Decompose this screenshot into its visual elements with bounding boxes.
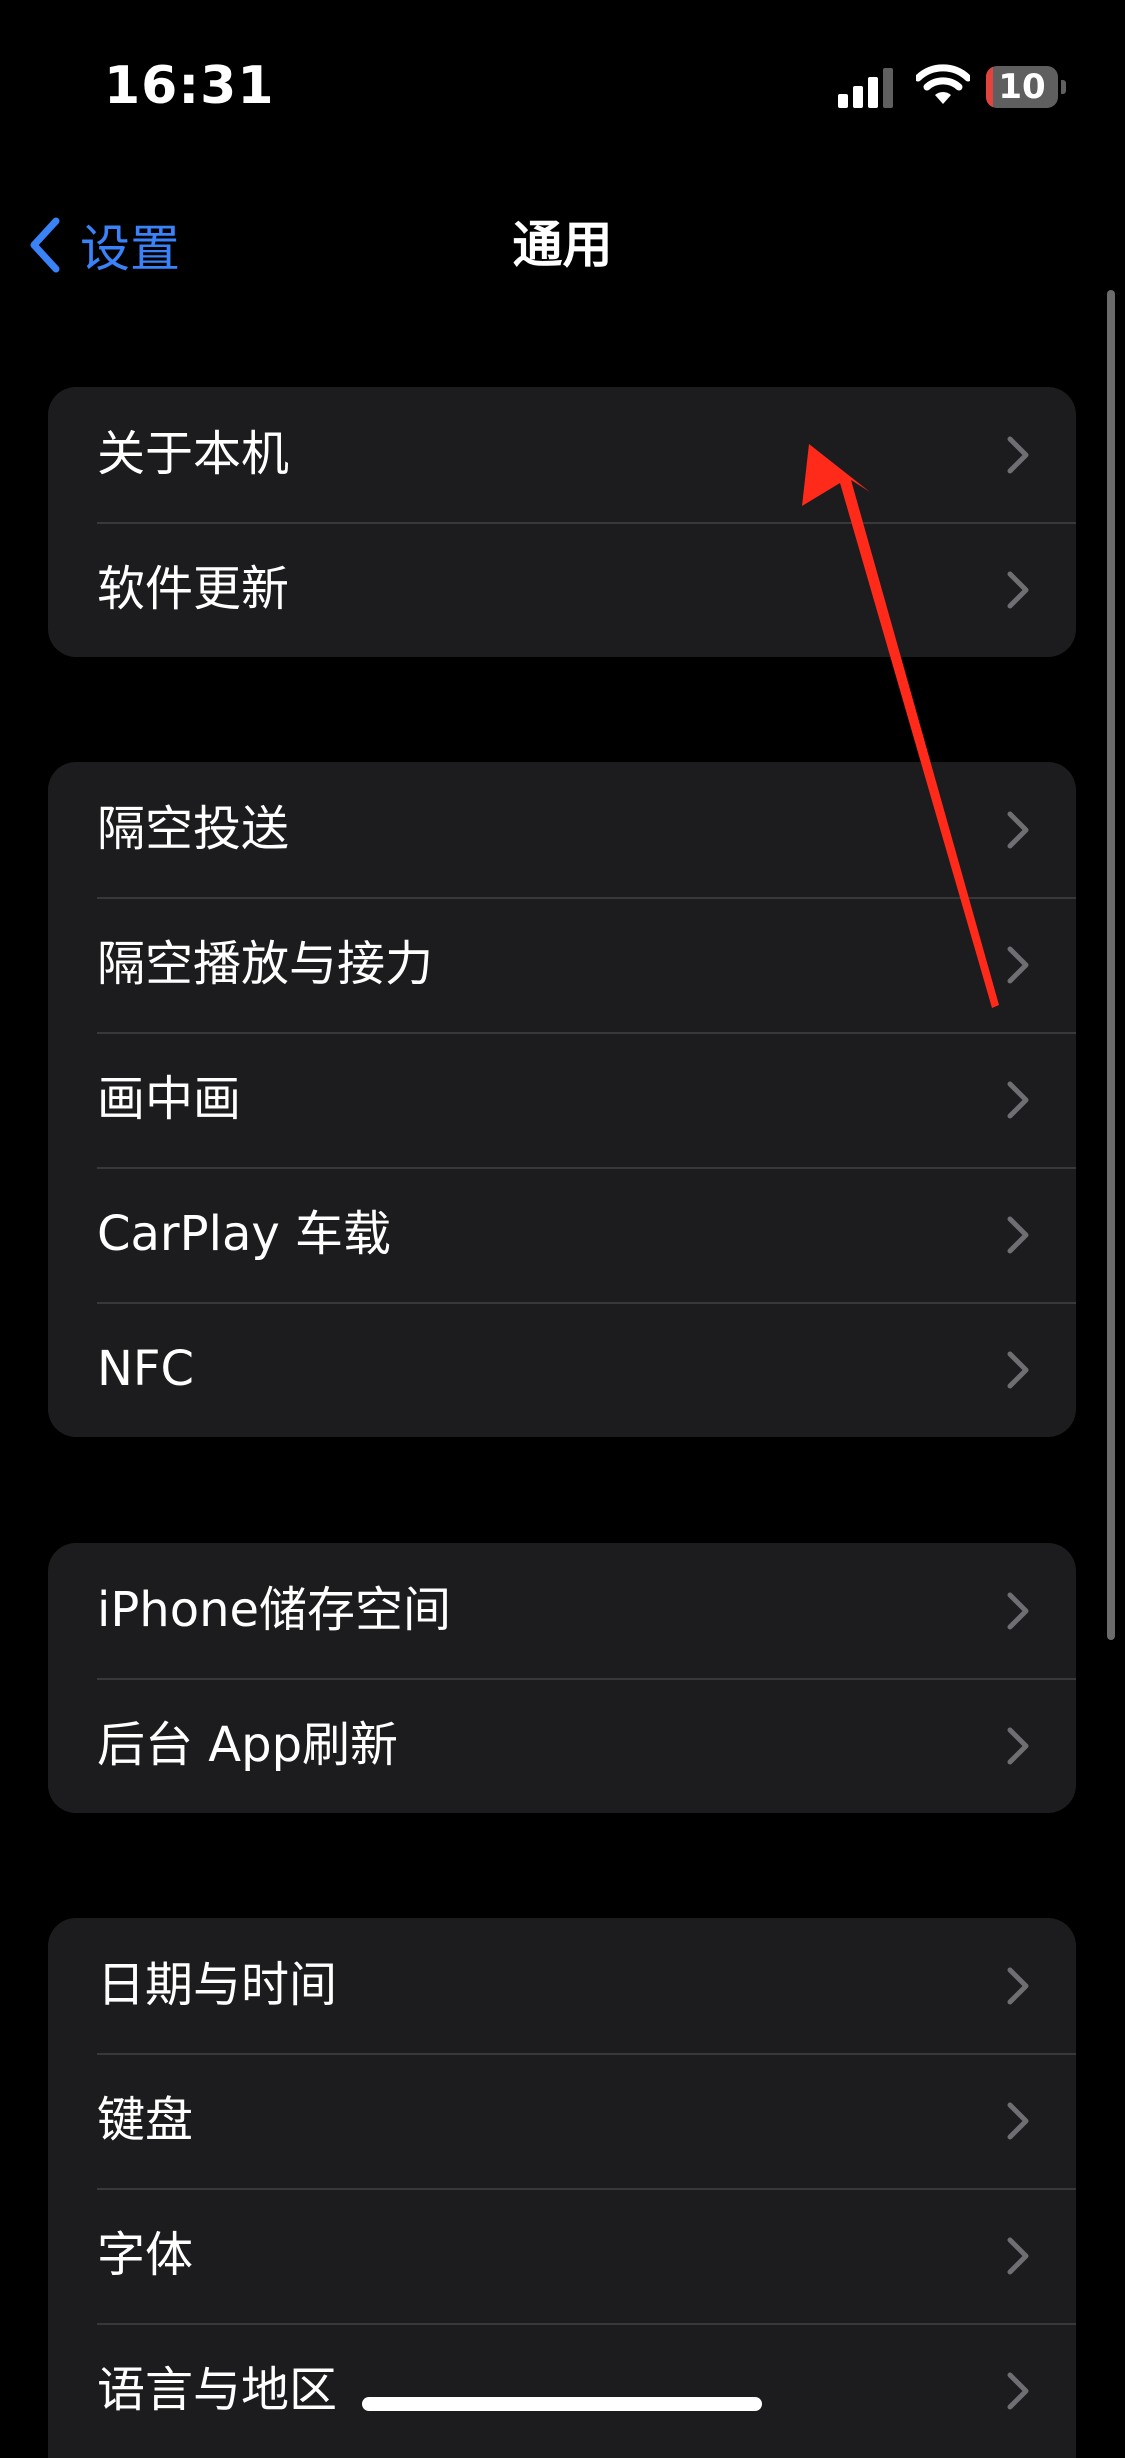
- row-nfc[interactable]: NFC: [48, 1302, 1076, 1437]
- scrollbar[interactable]: [1107, 290, 1115, 1640]
- chevron-right-icon: [1007, 436, 1029, 474]
- row-label: 日期与时间: [97, 1957, 338, 2013]
- row-software-update[interactable]: 软件更新: [48, 522, 1076, 657]
- settings-group-locale: 日期与时间 键盘 字体 语言与地区: [48, 1918, 1076, 2458]
- chevron-left-icon: [30, 217, 60, 273]
- battery-indicator: 10: [986, 66, 1066, 108]
- row-picture-in-picture[interactable]: 画中画: [48, 1032, 1076, 1167]
- row-label: CarPlay 车载: [97, 1206, 392, 1262]
- chevron-right-icon: [1007, 1727, 1029, 1765]
- chevron-right-icon: [1007, 1592, 1029, 1630]
- wifi-icon: [916, 64, 970, 104]
- chevron-right-icon: [1007, 1081, 1029, 1119]
- row-about[interactable]: 关于本机: [48, 387, 1076, 522]
- chevron-right-icon: [1007, 811, 1029, 849]
- row-label: 隔空播放与接力: [97, 936, 434, 992]
- row-label: 关于本机: [97, 426, 290, 482]
- row-language-region[interactable]: 语言与地区: [48, 2323, 1076, 2458]
- row-airplay-handoff[interactable]: 隔空播放与接力: [48, 897, 1076, 1032]
- settings-group-connectivity: 隔空投送 隔空播放与接力 画中画 CarPlay 车载 NFC: [48, 762, 1076, 1437]
- chevron-right-icon: [1007, 2237, 1029, 2275]
- battery-level-text: 10: [998, 67, 1046, 107]
- status-bar: 16:31 10: [0, 0, 1125, 180]
- row-airdrop[interactable]: 隔空投送: [48, 762, 1076, 897]
- chevron-right-icon: [1007, 1216, 1029, 1254]
- settings-group-device: 关于本机 软件更新: [48, 387, 1076, 657]
- row-iphone-storage[interactable]: iPhone储存空间: [48, 1543, 1076, 1678]
- settings-group-storage: iPhone储存空间 后台 App刷新: [48, 1543, 1076, 1813]
- row-label: 软件更新: [97, 561, 290, 617]
- chevron-right-icon: [1007, 2372, 1029, 2410]
- chevron-right-icon: [1007, 571, 1029, 609]
- back-button[interactable]: 设置: [26, 180, 180, 310]
- row-label: NFC: [97, 1341, 195, 1397]
- cellular-signal-icon: [838, 68, 893, 108]
- row-label: iPhone储存空间: [97, 1582, 452, 1638]
- row-label: 语言与地区: [97, 2362, 338, 2418]
- navigation-bar: 通用 设置: [0, 180, 1125, 310]
- chevron-right-icon: [1007, 1967, 1029, 2005]
- row-date-time[interactable]: 日期与时间: [48, 1918, 1076, 2053]
- row-label: 字体: [97, 2227, 194, 2283]
- back-label: 设置: [80, 220, 180, 278]
- row-carplay[interactable]: CarPlay 车载: [48, 1167, 1076, 1302]
- row-label: 后台 App刷新: [97, 1717, 399, 1773]
- status-time: 16:31: [104, 56, 275, 116]
- chevron-right-icon: [1007, 1351, 1029, 1389]
- chevron-right-icon: [1007, 2102, 1029, 2140]
- chevron-right-icon: [1007, 946, 1029, 984]
- row-fonts[interactable]: 字体: [48, 2188, 1076, 2323]
- row-background-app-refresh[interactable]: 后台 App刷新: [48, 1678, 1076, 1813]
- row-label: 画中画: [97, 1071, 242, 1127]
- home-indicator[interactable]: [362, 2397, 762, 2411]
- row-keyboard[interactable]: 键盘: [48, 2053, 1076, 2188]
- row-label: 键盘: [97, 2092, 194, 2148]
- row-label: 隔空投送: [97, 801, 290, 857]
